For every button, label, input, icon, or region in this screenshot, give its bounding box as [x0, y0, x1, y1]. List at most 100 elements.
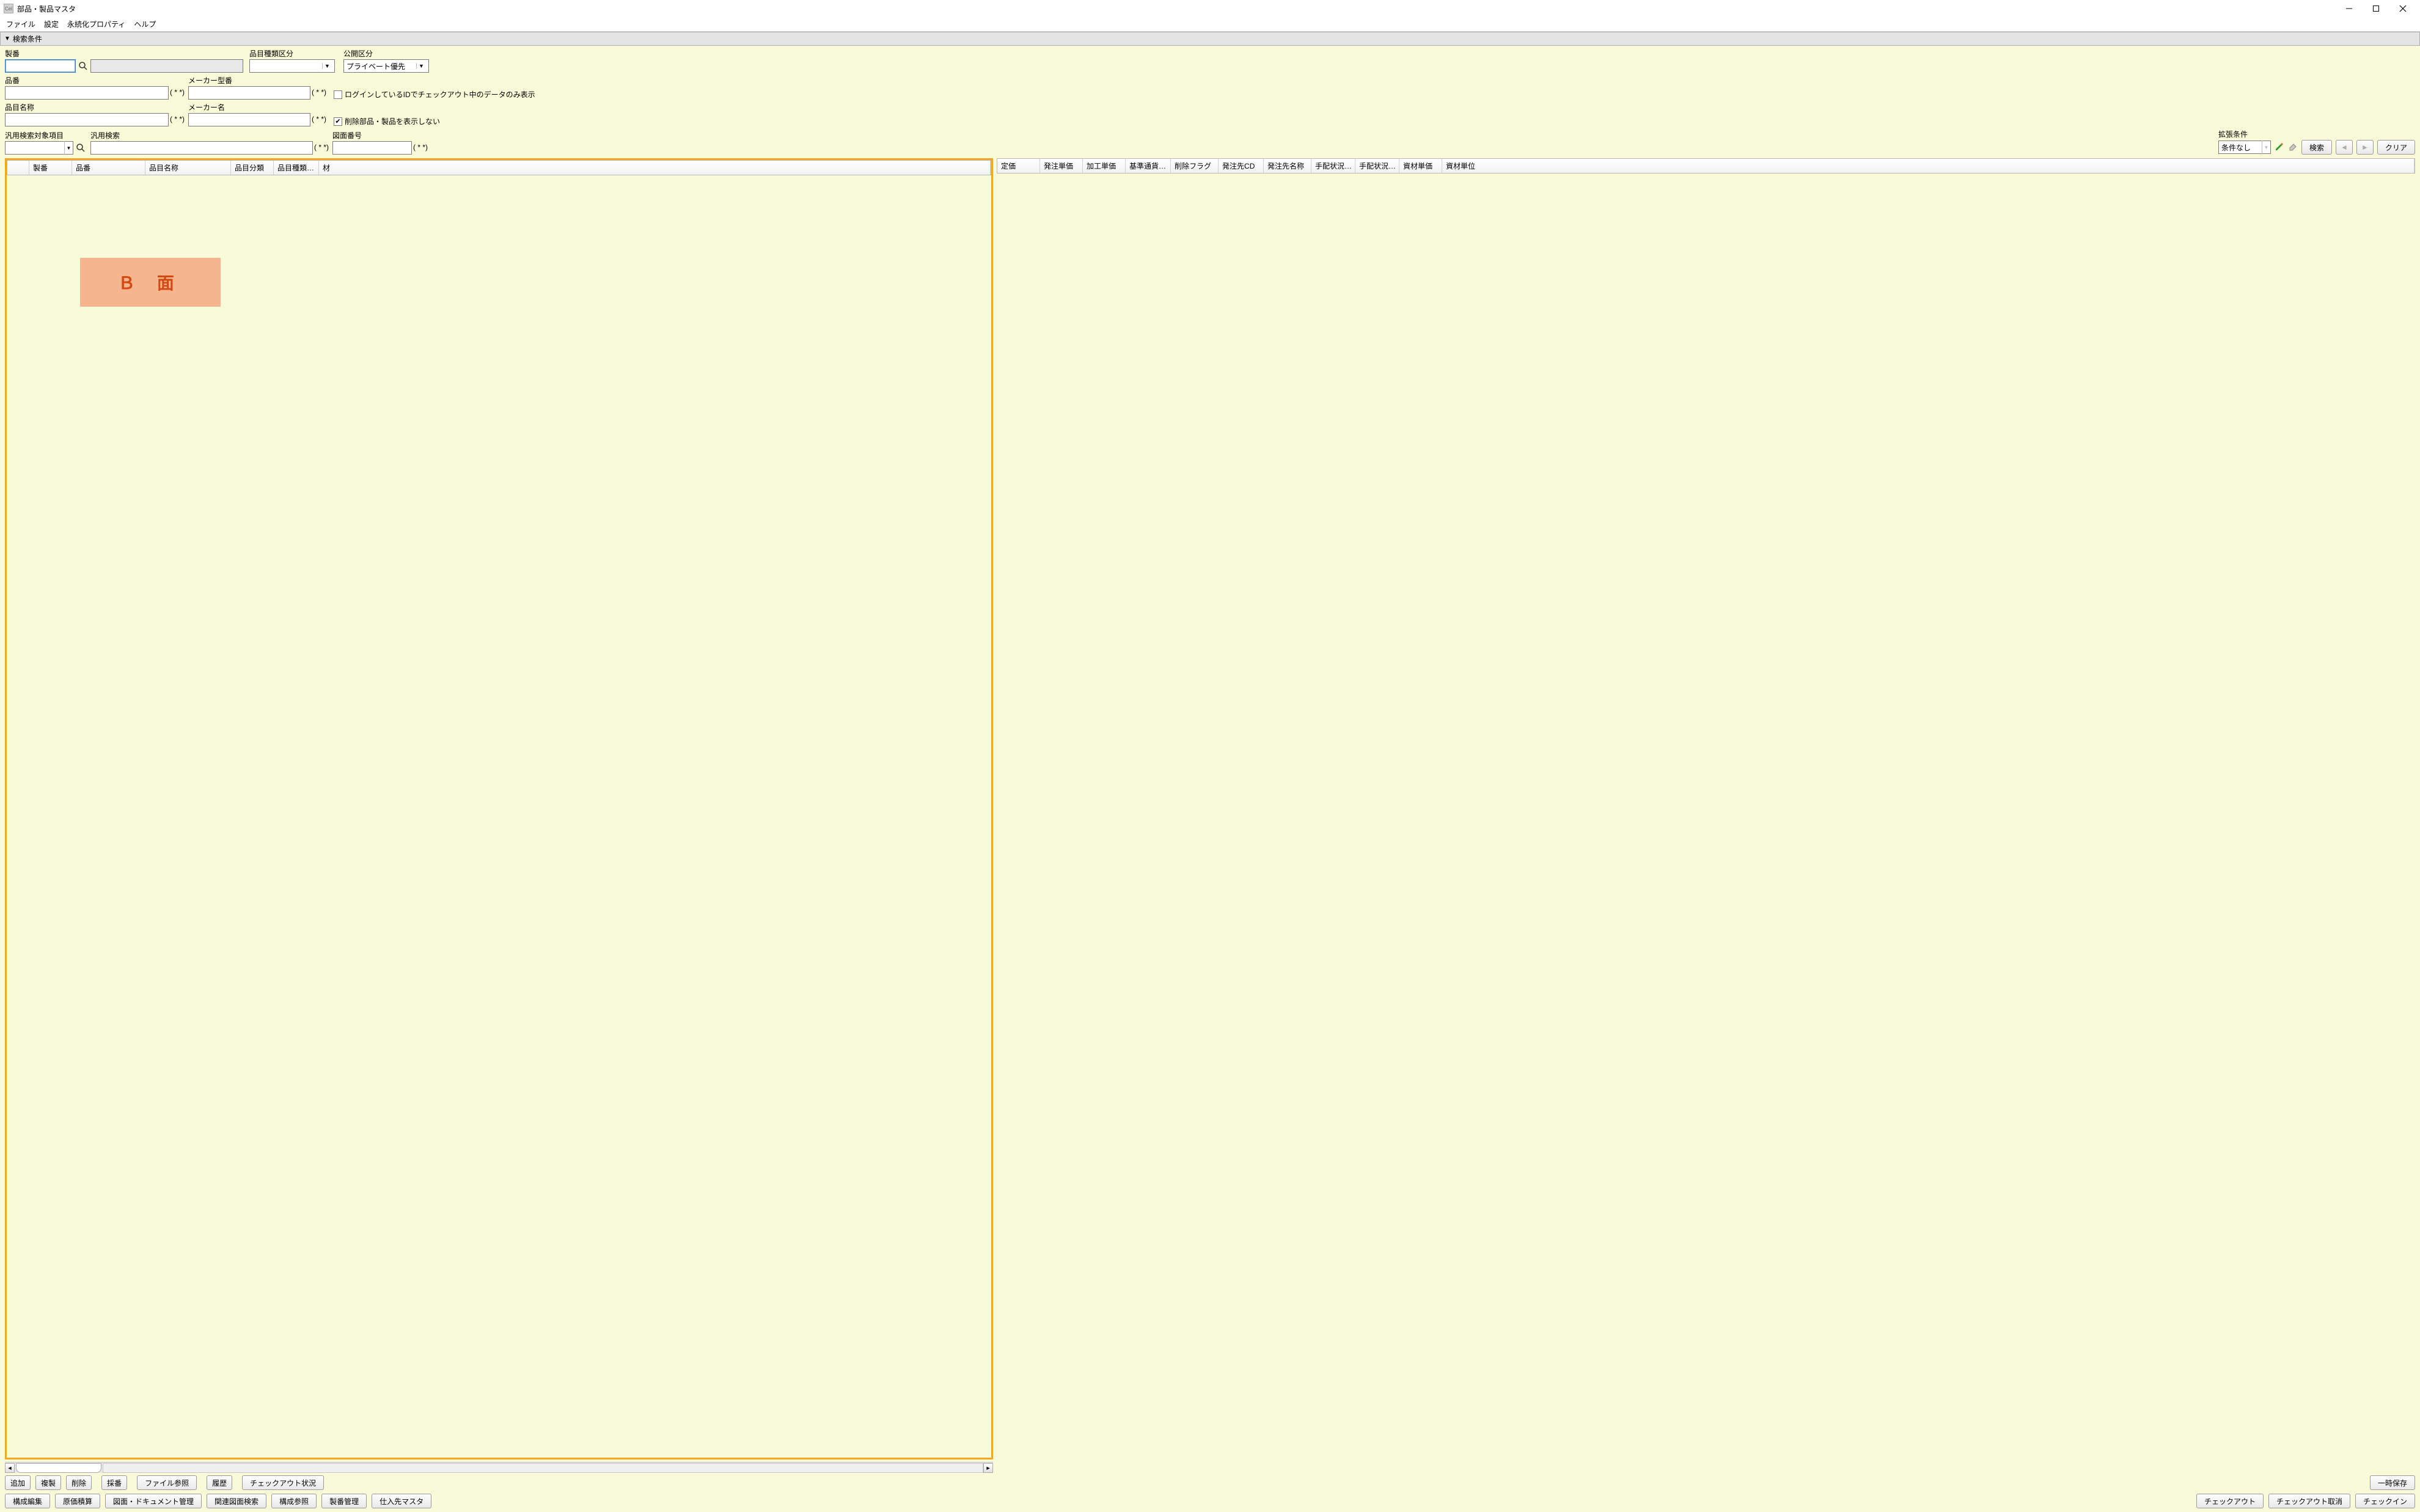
- right-col-shizai-tani[interactable]: 資材単位: [1442, 159, 2414, 173]
- prev-button[interactable]: ◄: [2336, 140, 2353, 155]
- checkbox-hide-deleted[interactable]: ✔ 削除部品・製品を表示しない: [334, 116, 440, 126]
- left-grid-pane: 製番 品番 品目名称 品目分類 品目種類… 材 Ｂ 面: [5, 158, 993, 1459]
- menu-settings[interactable]: 設定: [40, 18, 62, 31]
- kousei-edit-button[interactable]: 構成編集: [5, 1494, 50, 1508]
- section-title: 検索条件: [13, 34, 42, 44]
- seiban-input[interactable]: [5, 59, 76, 73]
- left-col-hinmoku-bunrui[interactable]: 品目分類: [231, 161, 274, 175]
- label-koukai-kubun: 公開区分: [343, 48, 429, 59]
- file-ref-button[interactable]: ファイル参照: [137, 1475, 197, 1490]
- menu-help[interactable]: ヘルプ: [130, 18, 160, 31]
- sheet-tab[interactable]: [16, 1463, 101, 1473]
- label-maker-kataban: メーカー型番: [188, 75, 326, 86]
- button-rows: 追加 複製 削除 採番 ファイル参照 履歴 チェックアウト状況 一時保存 構成編…: [0, 1473, 2420, 1512]
- checkbox-login-id-checkout[interactable]: ログインしているIDでチェックアウト中のデータのみ表示: [334, 89, 535, 100]
- delete-button[interactable]: 削除: [66, 1475, 92, 1490]
- right-col-hacchuusaki-cd[interactable]: 発注先CD: [1219, 159, 1264, 173]
- kakuchou-jouken-select[interactable]: 条件なし ▼: [2218, 141, 2271, 154]
- right-col-kijun-tsuuka[interactable]: 基準通貨…: [1126, 159, 1171, 173]
- left-grid-header: 製番 品番 品目名称 品目分類 品目種類… 材: [7, 160, 991, 175]
- right-col-shizai-tanka[interactable]: 資材単価: [1399, 159, 1442, 173]
- shiiresaki-master-button[interactable]: 仕入先マスタ: [372, 1494, 431, 1508]
- hinban-input[interactable]: [5, 86, 169, 100]
- hinmoku-meisho-wildcard: ( * *): [170, 115, 185, 125]
- seiban-lookup-icon[interactable]: [77, 60, 89, 72]
- left-grid-body[interactable]: [7, 175, 991, 1458]
- history-button[interactable]: 履歴: [207, 1475, 232, 1490]
- left-col-hinban[interactable]: 品番: [72, 161, 145, 175]
- left-col-hinmoku-shurui[interactable]: 品目種類…: [274, 161, 319, 175]
- checkin-button[interactable]: チェックイン: [2355, 1494, 2415, 1508]
- zumen-bangou-wildcard: ( * *): [413, 143, 428, 153]
- checkout-button[interactable]: チェックアウト: [2196, 1494, 2264, 1508]
- menu-persistence-props[interactable]: 永続化プロパティ: [64, 18, 129, 31]
- label-hinban: 品番: [5, 75, 185, 86]
- right-col-tehai1[interactable]: 手配状況…: [1311, 159, 1355, 173]
- menu-bar: ファイル 設定 永続化プロパティ ヘルプ: [0, 17, 2420, 32]
- hanyou-taishou-select[interactable]: ▼: [5, 141, 73, 155]
- maximize-button[interactable]: [2363, 0, 2389, 17]
- next-button[interactable]: ►: [2356, 140, 2374, 155]
- hinmoku-meisho-input[interactable]: [5, 113, 169, 126]
- window-title: 部品・製品マスタ: [17, 4, 76, 14]
- temp-save-button[interactable]: 一時保存: [2370, 1475, 2415, 1490]
- hanyou-kensaku-input[interactable]: [90, 141, 313, 155]
- checkout-status-button[interactable]: チェックアウト状況: [242, 1475, 324, 1490]
- minimize-button[interactable]: [2336, 0, 2363, 17]
- checkbox-box-icon: [334, 90, 342, 99]
- left-col-seiban[interactable]: 製番: [29, 161, 72, 175]
- maker-kataban-input[interactable]: [188, 86, 310, 100]
- left-col-rowheader[interactable]: [7, 161, 29, 175]
- search-area: 製番 品目種類区分 ▼ 公開区分 プライベート優先▼: [0, 46, 2420, 158]
- hinmoku-shurui-kubun-select[interactable]: ▼: [249, 59, 335, 73]
- scroll-track[interactable]: [103, 1463, 983, 1473]
- label-maker-mei: メーカー名: [188, 102, 326, 112]
- close-button[interactable]: [2389, 0, 2416, 17]
- right-col-tehai2[interactable]: 手配状況…: [1355, 159, 1399, 173]
- zumen-doc-mgmt-button[interactable]: 図面・ドキュメント管理: [105, 1494, 202, 1508]
- kanren-zumen-search-button[interactable]: 関連図面検索: [207, 1494, 266, 1508]
- clear-button[interactable]: クリア: [2377, 140, 2415, 155]
- label-hinmoku-shurui-kubun: 品目種類区分: [249, 48, 335, 59]
- genka-sekisan-button[interactable]: 原価積算: [55, 1494, 100, 1508]
- label-seiban: 製番: [5, 48, 243, 59]
- label-hanyou-kensaku: 汎用検索: [90, 130, 329, 141]
- right-col-hacchuutanka[interactable]: 発注単価: [1040, 159, 1083, 173]
- zumen-bangou-input[interactable]: [332, 141, 412, 155]
- maker-mei-wildcard: ( * *): [312, 115, 326, 125]
- koukai-kubun-value: プライベート優先: [346, 61, 416, 71]
- left-grid-scrollbar[interactable]: ◄ ►: [5, 1462, 993, 1473]
- seiban-name-display: [90, 59, 243, 73]
- pencil-icon[interactable]: [2275, 142, 2284, 153]
- checkout-cancel-button[interactable]: チェックアウト取消: [2268, 1494, 2350, 1508]
- right-col-kakou-tanka[interactable]: 加工単価: [1083, 159, 1126, 173]
- kousei-sanshou-button[interactable]: 構成参照: [271, 1494, 317, 1508]
- search-section-header[interactable]: ▼ 検索条件: [0, 32, 2420, 46]
- label-hanyou-taishou: 汎用検索対象項目: [5, 130, 87, 141]
- scroll-right-icon[interactable]: ►: [983, 1463, 993, 1473]
- app-icon: Cel: [4, 4, 13, 13]
- right-grid-header: 定価 発注単価 加工単価 基準通貨… 削除フラグ 発注先CD 発注先名称 手配状…: [997, 158, 2415, 173]
- right-col-hacchuusaki-mei[interactable]: 発注先名称: [1264, 159, 1311, 173]
- koukai-kubun-select[interactable]: プライベート優先▼: [343, 59, 429, 73]
- eraser-icon[interactable]: [2288, 142, 2298, 153]
- right-grid-body[interactable]: [997, 173, 2415, 1459]
- seiban-kanri-button[interactable]: 製番管理: [321, 1494, 367, 1508]
- maker-kataban-wildcard: ( * *): [312, 88, 326, 98]
- checkbox-login-id-label: ログインしているIDでチェックアウト中のデータのみ表示: [345, 89, 535, 100]
- maker-mei-input[interactable]: [188, 113, 310, 126]
- b-side-overlay: Ｂ 面: [80, 258, 221, 307]
- hinban-wildcard: ( * *): [170, 88, 185, 98]
- left-col-zai[interactable]: 材: [319, 161, 991, 175]
- right-col-teika[interactable]: 定価: [997, 159, 1040, 173]
- search-button[interactable]: 検索: [2301, 140, 2332, 155]
- saiban-button[interactable]: 採番: [101, 1475, 127, 1490]
- menu-file[interactable]: ファイル: [2, 18, 39, 31]
- copy-button[interactable]: 複製: [35, 1475, 61, 1490]
- hanyou-taishou-lookup-icon[interactable]: [75, 142, 87, 154]
- add-button[interactable]: 追加: [5, 1475, 31, 1490]
- scroll-left-icon[interactable]: ◄: [5, 1463, 15, 1473]
- left-col-hinmoku-meisho[interactable]: 品目名称: [145, 161, 231, 175]
- right-col-sakujo-flag[interactable]: 削除フラグ: [1171, 159, 1219, 173]
- title-bar: Cel 部品・製品マスタ: [0, 0, 2420, 17]
